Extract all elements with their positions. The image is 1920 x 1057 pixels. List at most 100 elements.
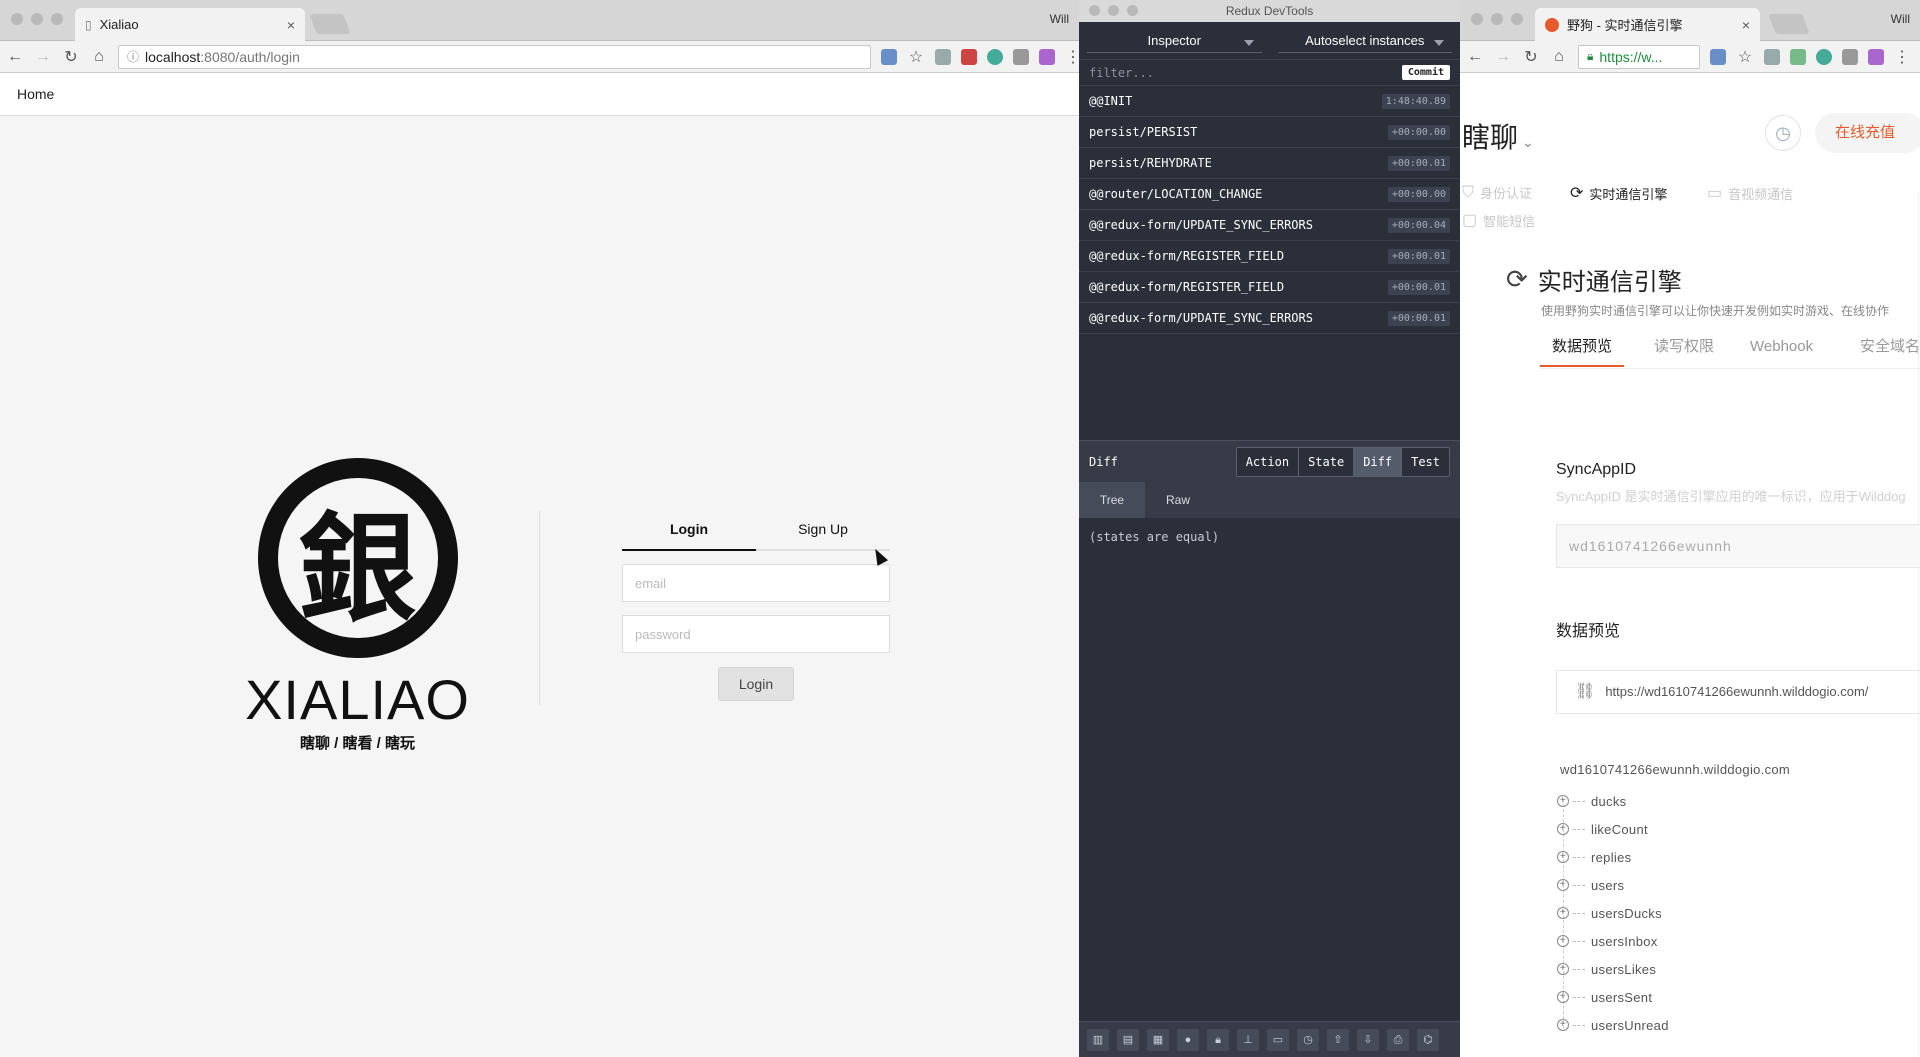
nav-video[interactable]: ▭ 音视频通信 xyxy=(1707,183,1793,203)
action-row[interactable]: @@redux-form/UPDATE_SYNC_ERRORS +00:00.01 xyxy=(1079,303,1460,334)
minimize-window-button[interactable] xyxy=(31,13,43,25)
bottom-layout-icon[interactable]: ▦ xyxy=(1147,1028,1169,1051)
redux-devtools-extension-icon[interactable] xyxy=(1868,48,1884,65)
import-icon[interactable]: ⇩ xyxy=(1357,1028,1379,1051)
expand-plus-icon[interactable]: + xyxy=(1557,823,1569,835)
menu-kebab-icon[interactable]: ⋮ xyxy=(1894,47,1910,67)
address-bar[interactable]: ⓘ localhost:8080/auth/login xyxy=(118,44,871,69)
monitor-select[interactable]: Inspector xyxy=(1087,28,1262,53)
close-window-button[interactable] xyxy=(1089,5,1100,16)
tree-node[interactable]: + usersUnread xyxy=(1557,1011,1669,1039)
zoom-window-button[interactable] xyxy=(1511,13,1523,25)
action-row[interactable]: @@redux-form/UPDATE_SYNC_ERRORS +00:00.04 xyxy=(1079,210,1460,241)
tree-node[interactable]: + usersLikes xyxy=(1557,955,1669,983)
tab-webhook[interactable]: Webhook xyxy=(1750,329,1813,365)
tab-action[interactable]: Action xyxy=(1236,447,1299,476)
commit-button[interactable]: Commit xyxy=(1401,65,1450,80)
action-row[interactable]: persist/PERSIST +00:00.00 xyxy=(1079,117,1460,148)
extension-icon-4[interactable] xyxy=(1013,48,1029,65)
action-row[interactable]: @@router/LOCATION_CHANGE +00:00.00 xyxy=(1079,179,1460,210)
extension-icon-4[interactable] xyxy=(1842,48,1858,65)
database-url-field[interactable]: ⛓ https://wd1610741266ewunnh.wilddogio.c… xyxy=(1556,670,1920,714)
action-row[interactable]: @@redux-form/REGISTER_FIELD +00:00.01 xyxy=(1079,241,1460,272)
nav-home-link[interactable]: Home xyxy=(17,86,54,102)
tree-node[interactable]: + usersDucks xyxy=(1557,899,1669,927)
email-field[interactable] xyxy=(622,564,890,602)
recharge-button[interactable]: 在线充值 xyxy=(1815,113,1920,153)
close-tab-icon[interactable]: × xyxy=(287,17,295,33)
tab-test[interactable]: Test xyxy=(1401,447,1449,476)
new-tab-button[interactable] xyxy=(1768,14,1810,34)
menu-kebab-icon[interactable]: ⋮ xyxy=(1065,47,1079,67)
translate-extension-icon[interactable] xyxy=(1710,48,1726,65)
clock-icon[interactable]: ◷ xyxy=(1765,115,1801,151)
browser-tab-xialiao[interactable]: ▯ Xialiao × xyxy=(75,8,305,41)
close-window-button[interactable] xyxy=(1471,13,1483,25)
reload-icon[interactable]: ↻ xyxy=(62,47,80,67)
export-icon[interactable]: ⇧ xyxy=(1327,1028,1349,1051)
back-arrow-icon[interactable]: ← xyxy=(1466,48,1484,66)
browser-tab-wilddog[interactable]: 野狗 - 实时通信引擎 × xyxy=(1535,8,1760,41)
bookmark-star-icon[interactable]: ☆ xyxy=(907,47,925,67)
action-row[interactable]: @@INIT 1:48:40.89 xyxy=(1079,86,1460,117)
expand-plus-icon[interactable]: + xyxy=(1557,963,1569,975)
action-row[interactable]: persist/REHYDRATE +00:00.01 xyxy=(1079,148,1460,179)
expand-plus-icon[interactable]: + xyxy=(1557,1019,1569,1031)
profile-name[interactable]: Will xyxy=(1050,12,1069,26)
address-bar[interactable]: 🔒︎ https://w... xyxy=(1578,44,1700,69)
remote-icon[interactable]: ⌬ xyxy=(1417,1028,1439,1051)
minimize-window-button[interactable] xyxy=(1108,5,1119,16)
tree-node[interactable]: + usersSent xyxy=(1557,983,1669,1011)
record-icon[interactable]: ● xyxy=(1177,1028,1199,1051)
close-window-button[interactable] xyxy=(11,13,23,25)
extension-icon-3[interactable] xyxy=(1816,48,1832,65)
print-icon[interactable]: ⎙ xyxy=(1387,1028,1409,1051)
translate-extension-icon[interactable] xyxy=(881,48,897,65)
home-icon[interactable]: ⌂ xyxy=(90,48,108,66)
zoom-window-button[interactable] xyxy=(51,13,63,25)
app-switcher[interactable]: 瞎聊 ⌄ xyxy=(1462,116,1534,156)
tab-state[interactable]: State xyxy=(1298,447,1354,476)
new-tab-button[interactable] xyxy=(309,14,351,34)
zoom-window-button[interactable] xyxy=(1127,5,1138,16)
tree-node[interactable]: + usersInbox xyxy=(1557,927,1669,955)
syncappid-field[interactable]: wd1610741266ewunnh xyxy=(1556,524,1920,568)
filter-input[interactable]: filter... xyxy=(1089,66,1402,80)
tab-data-preview[interactable]: 数据预览 xyxy=(1540,329,1625,367)
extension-icon-2[interactable] xyxy=(961,48,977,65)
minimize-window-button[interactable] xyxy=(1491,13,1503,25)
tree-node[interactable]: + replies xyxy=(1557,843,1669,871)
redux-devtools-extension-icon[interactable] xyxy=(1039,48,1055,65)
timer-icon[interactable]: ◷ xyxy=(1297,1028,1319,1051)
expand-plus-icon[interactable]: + xyxy=(1557,851,1569,863)
tab-login[interactable]: Login xyxy=(622,511,756,551)
bookmark-star-icon[interactable]: ☆ xyxy=(1736,47,1754,67)
nav-sms[interactable]: ▢ 智能短信 xyxy=(1462,210,1535,230)
profile-name[interactable]: Will xyxy=(1891,12,1910,26)
right-layout-icon[interactable]: ▤ xyxy=(1117,1028,1139,1051)
action-filter[interactable]: filter... Commit xyxy=(1079,60,1460,86)
action-row[interactable]: @@redux-form/REGISTER_FIELD +00:00.01 xyxy=(1079,272,1460,303)
expand-plus-icon[interactable]: + xyxy=(1557,795,1569,807)
lock-icon[interactable]: 🔒︎ xyxy=(1207,1028,1229,1051)
tree-node[interactable]: + users xyxy=(1557,871,1669,899)
keyboard-icon[interactable]: ▭ xyxy=(1267,1028,1289,1051)
extension-icon-1[interactable] xyxy=(1764,48,1780,65)
left-layout-icon[interactable]: ▥ xyxy=(1087,1028,1109,1051)
instance-select[interactable]: Autoselect instances xyxy=(1277,28,1452,53)
tab-domains[interactable]: 安全域名 xyxy=(1860,329,1920,365)
password-field[interactable] xyxy=(622,615,890,653)
close-tab-icon[interactable]: × xyxy=(1742,17,1750,33)
expand-plus-icon[interactable]: + xyxy=(1557,991,1569,1003)
extension-icon-2[interactable] xyxy=(1790,48,1806,65)
tab-sign-up[interactable]: Sign Up xyxy=(756,511,890,549)
expand-plus-icon[interactable]: + xyxy=(1557,907,1569,919)
forward-arrow-icon[interactable]: → xyxy=(34,48,52,66)
nav-sync-engine[interactable]: ⟳ 实时通信引擎 xyxy=(1570,183,1667,203)
expand-plus-icon[interactable]: + xyxy=(1557,879,1569,891)
extension-icon-1[interactable] xyxy=(935,48,951,65)
extension-icon-3[interactable] xyxy=(987,48,1003,65)
expand-plus-icon[interactable]: + xyxy=(1557,935,1569,947)
tree-node[interactable]: + likeCount xyxy=(1557,815,1669,843)
tab-rules[interactable]: 读写权限 xyxy=(1654,329,1714,365)
